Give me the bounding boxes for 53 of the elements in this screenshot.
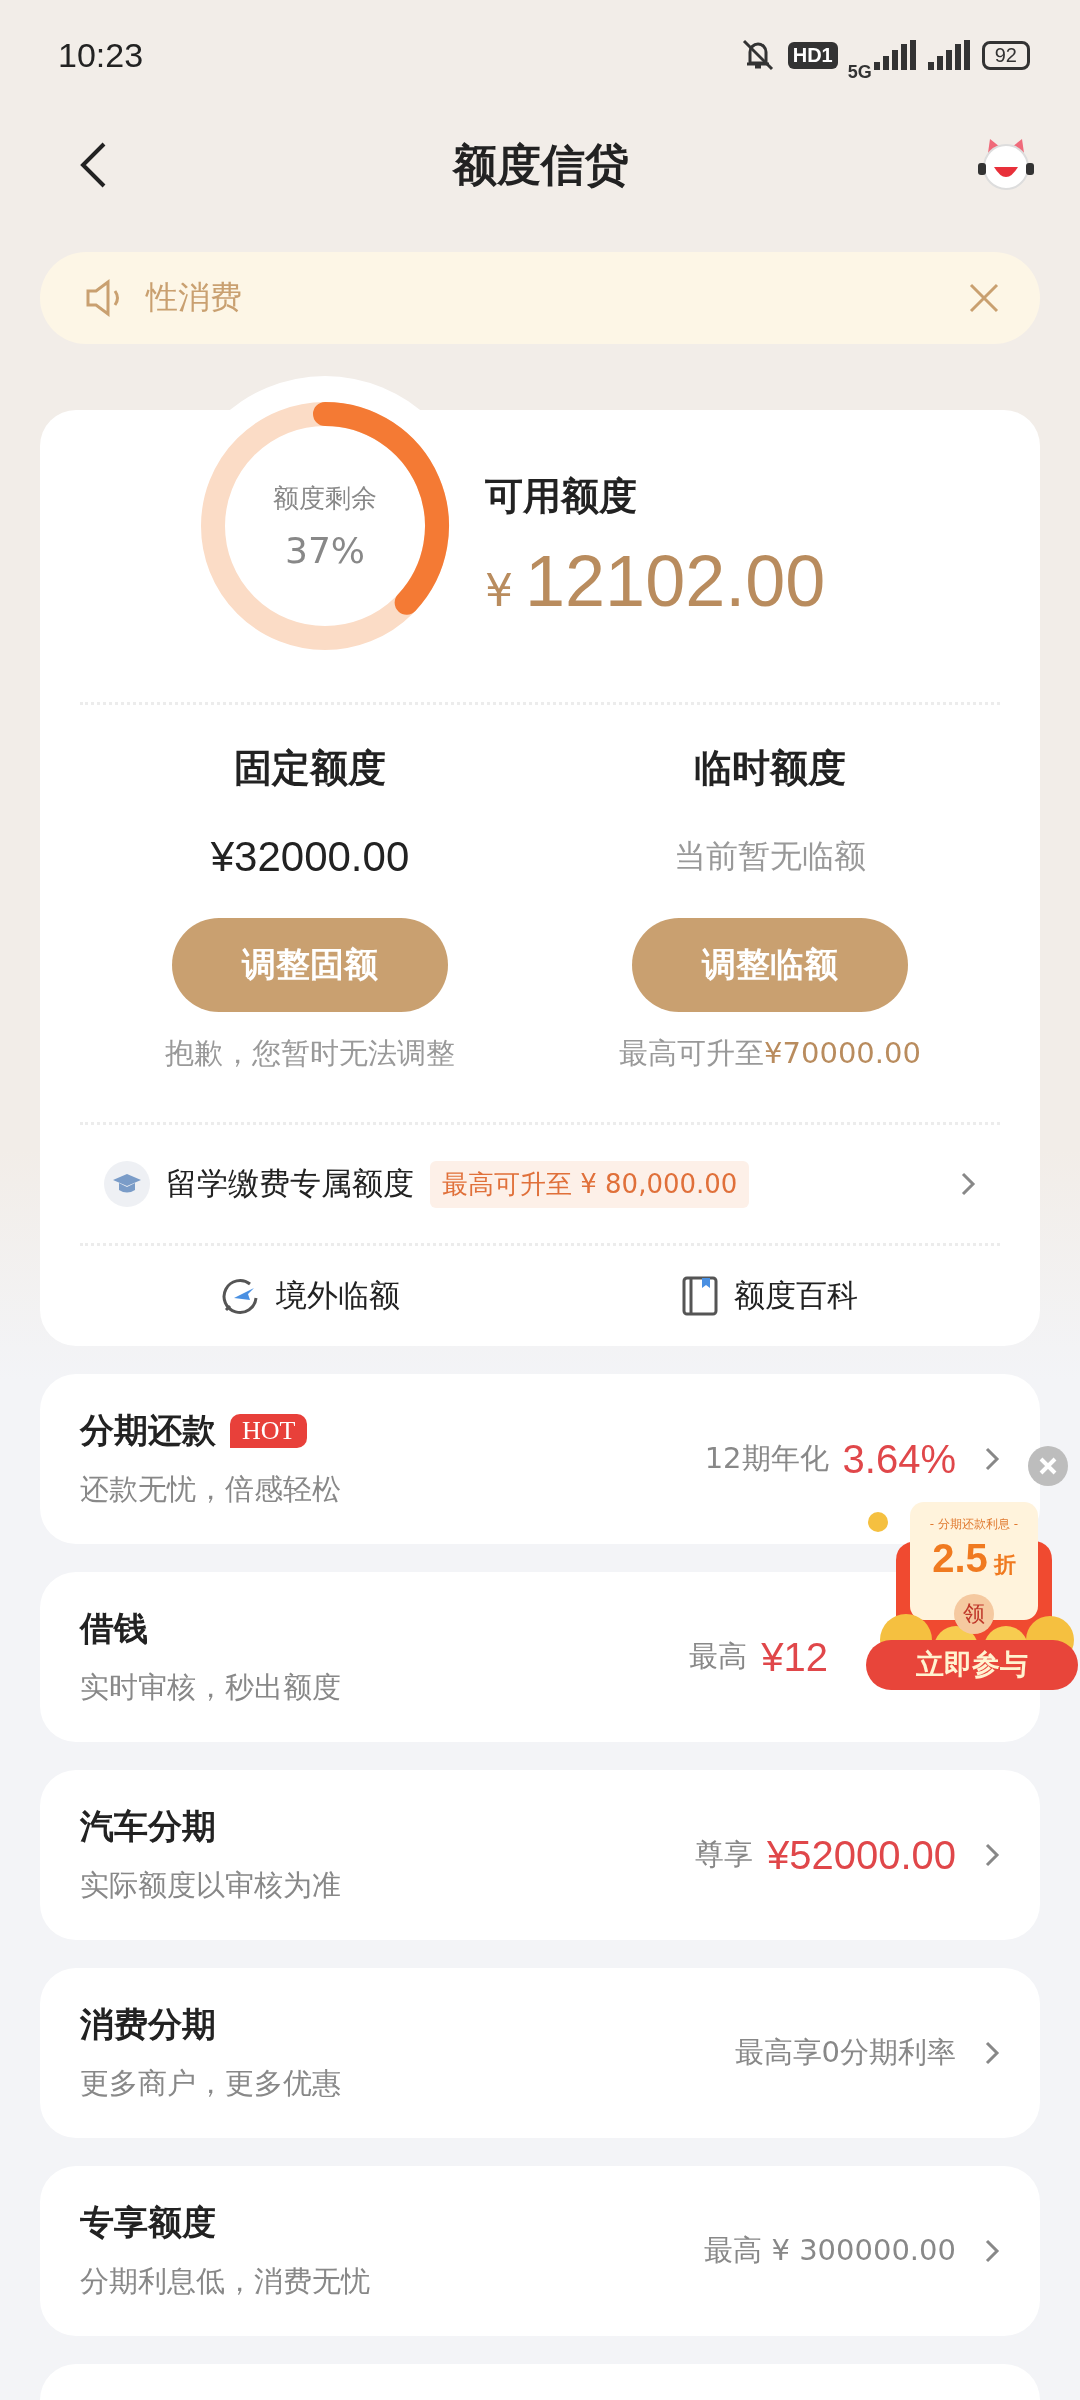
- product-card[interactable]: 专享额度 分期利息低，消费无忧 最高 ¥ 300000.00: [40, 2166, 1040, 2336]
- product-subtitle: 还款无忧，倍感轻松: [80, 1471, 341, 1508]
- product-title: 专享额度: [80, 2201, 216, 2244]
- shortcut-link[interactable]: 境外临额: [80, 1275, 540, 1317]
- currency-symbol: ¥: [485, 564, 513, 616]
- signal-icon: [927, 40, 972, 70]
- ring-label: 额度剩余: [273, 482, 377, 515]
- product-card[interactable]: 汽车分期 实际额度以审核为准 尊享 ¥52000.00: [40, 1770, 1040, 1940]
- product-note: 最高享0分期利率: [734, 2034, 956, 2071]
- book-icon: [682, 1276, 718, 1316]
- product-subtitle: 更多商户，更多优惠: [80, 2065, 341, 2102]
- page-title: 额度信贷: [453, 137, 629, 192]
- limit-title: 临时额度: [694, 745, 846, 792]
- product-value: 3.64%: [842, 1436, 956, 1482]
- product-subtitle: 实时审核，秒出额度: [80, 1669, 341, 1706]
- hd-badge: HD1: [787, 41, 838, 69]
- product-title: 汽车分期: [80, 1805, 216, 1848]
- battery-indicator: 92: [981, 40, 1030, 70]
- available-label: 可用额度: [485, 472, 638, 520]
- product-note: 尊享: [694, 1836, 753, 1873]
- back-icon[interactable]: [78, 141, 108, 189]
- available-amount: 12102.00: [525, 539, 826, 622]
- study-tag: 最高可升至 ¥ 80,000.00: [430, 1160, 750, 1208]
- study-label: 留学缴费专属额度: [166, 1164, 414, 1203]
- promo-caption: - 分期还款利息 -: [928, 1516, 1020, 1533]
- graduation-cap-icon: [104, 1161, 150, 1207]
- study-row[interactable]: 留学缴费专属额度 最高可升至 ¥ 80,000.00: [40, 1125, 1040, 1243]
- product-subtitle: 实际额度以审核为准: [80, 1867, 341, 1904]
- limit-value: 当前暂无临额: [674, 836, 866, 877]
- hot-badge: HOT: [230, 1414, 308, 1448]
- limit-value: ¥32000.00: [210, 832, 410, 882]
- product-note: 最高 ¥ 300000.00: [704, 2232, 956, 2269]
- plane-orbit-icon: [220, 1276, 260, 1316]
- signal-icon: [873, 40, 918, 70]
- shortcut-link[interactable]: 额度百科: [540, 1275, 1000, 1317]
- limit-note: 最高可升至¥70000.00: [619, 1035, 921, 1072]
- network-label: 5G: [847, 61, 872, 83]
- product-note: 12期年化: [704, 1440, 829, 1477]
- product-subtitle: 分期利息低，消费无忧: [80, 2263, 370, 2300]
- notice-text: 性消费: [146, 277, 243, 318]
- product-title: 借钱: [80, 1607, 148, 1650]
- chevron-icon: [960, 1171, 976, 1197]
- product-card[interactable]: 消费分期 更多商户，更多优惠 最高享0分期利率: [40, 1968, 1040, 2138]
- ring-percent: 37%: [285, 530, 365, 571]
- product-value: ¥12: [761, 1634, 828, 1680]
- product-title: 消费分期: [80, 2003, 216, 2046]
- product-note: 最高: [689, 1638, 748, 1675]
- limit-title: 固定额度: [234, 745, 386, 792]
- status-time: 10:23: [58, 35, 144, 75]
- product-value: ¥52000.00: [766, 1832, 956, 1878]
- join-button[interactable]: 立即参与: [866, 1640, 1078, 1690]
- product-title: 分期还款: [80, 1409, 216, 1452]
- limit-note: 抱歉，您暂时无法调整: [165, 1035, 455, 1072]
